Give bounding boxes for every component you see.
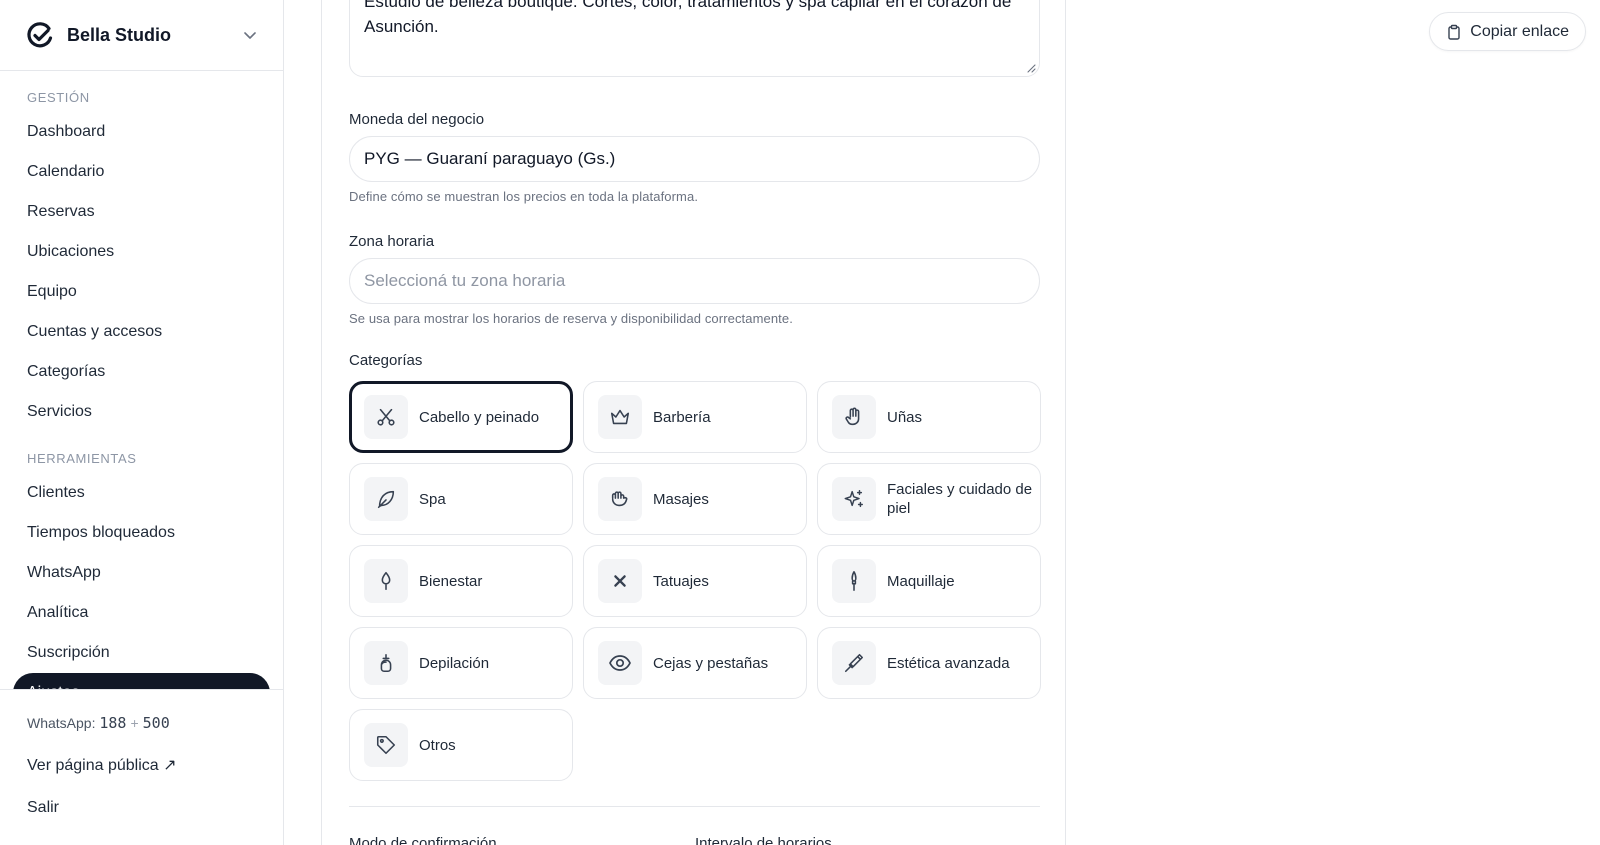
category-facials[interactable]: Faciales y cuidado de piel xyxy=(817,463,1041,535)
sidebar-item-settings[interactable]: Ajustes xyxy=(13,673,270,689)
wax-icon xyxy=(364,641,408,685)
category-nails[interactable]: Uñas xyxy=(817,381,1041,453)
category-label: Cabello y peinado xyxy=(419,408,540,426)
currency-input[interactable]: PYG — Guaraní paraguayo (Gs.) xyxy=(349,136,1040,182)
logout-link[interactable]: Salir xyxy=(27,799,59,817)
eye-icon xyxy=(598,641,642,685)
category-wellness[interactable]: Bienestar xyxy=(349,545,573,617)
timezone-label: Zona horaria xyxy=(349,233,435,250)
clipboard-icon xyxy=(1446,24,1462,40)
sidebar-footer: WhatsApp: 188 +500 Ver página pública ↗ S… xyxy=(0,689,283,845)
sidebar-item-dashboard[interactable]: Dashboard xyxy=(0,112,283,152)
crown-icon xyxy=(598,395,642,439)
sidebar-item-services[interactable]: Servicios xyxy=(0,392,283,432)
category-spa[interactable]: Spa xyxy=(349,463,573,535)
sidebar-item-blocked-times[interactable]: Tiempos bloqueados xyxy=(0,513,283,553)
chevron-down-icon xyxy=(241,26,259,44)
categories-label: Categorías xyxy=(349,352,423,369)
category-label: Spa xyxy=(419,490,446,508)
category-label: Barbería xyxy=(653,408,711,426)
sidebar-item-analytics[interactable]: Analítica xyxy=(0,593,283,633)
sidebar-item-accounts[interactable]: Cuentas y accesos xyxy=(0,312,283,352)
category-other[interactable]: Otros xyxy=(349,709,573,781)
scissors-icon xyxy=(364,395,408,439)
category-label: Otros xyxy=(419,736,456,754)
whatsapp-extra-count: 500 xyxy=(142,714,170,732)
whatsapp-plus: + xyxy=(130,715,139,731)
sparkles-icon xyxy=(832,477,876,521)
settings-card: Estudio de belleza boutique. Cortes, col… xyxy=(321,0,1066,845)
sidebar-item-categories[interactable]: Categorías xyxy=(0,352,283,392)
description-value: Estudio de belleza boutique. Cortes, col… xyxy=(364,0,1012,36)
categories-heading: Categorías xyxy=(349,352,1040,369)
app: Bella Studio GESTIÓN Dashboard Calendari… xyxy=(0,0,1600,845)
category-label: Cejas y pestañas xyxy=(653,654,769,672)
business-switcher[interactable]: Bella Studio xyxy=(0,0,283,71)
tag-icon xyxy=(364,723,408,767)
business-name: Bella Studio xyxy=(67,24,172,45)
massage-hand-icon xyxy=(598,477,642,521)
timezone-field: Zona horaria Seleccioná tu zona horaria … xyxy=(349,233,1040,326)
timezone-select[interactable]: Seleccioná tu zona horaria xyxy=(349,258,1040,304)
category-label: Bienestar xyxy=(419,572,483,590)
brush-icon xyxy=(832,559,876,603)
sidebar-item-subscription[interactable]: Suscripción xyxy=(0,633,283,673)
category-hair[interactable]: Cabello y peinado xyxy=(349,381,573,453)
resize-grip-icon[interactable] xyxy=(1026,63,1036,73)
nav-section-heading: GESTIÓN xyxy=(27,90,90,105)
currency-help: Define cómo se muestran los precios en t… xyxy=(349,189,699,204)
whatsapp-used-count: 188 xyxy=(99,714,127,732)
sidebar-item-team[interactable]: Equipo xyxy=(0,272,283,312)
category-label: Tatuajes xyxy=(653,572,709,590)
lotus-icon xyxy=(364,559,408,603)
sidebar-nav: GESTIÓN Dashboard Calendario Reservas Ub… xyxy=(0,71,283,689)
copy-link-button[interactable]: Copiar enlace xyxy=(1429,12,1586,51)
syringe-icon xyxy=(832,641,876,685)
category-label: Maquillaje xyxy=(887,572,955,590)
leaf-icon xyxy=(364,477,408,521)
timezone-help: Se usa para mostrar los horarios de rese… xyxy=(349,311,793,326)
whatsapp-usage: WhatsApp: 188 +500 xyxy=(27,714,170,732)
brand-logo-icon xyxy=(26,21,54,49)
category-advanced-aesthetics[interactable]: Estética avanzada xyxy=(817,627,1041,699)
sidebar-item-locations[interactable]: Ubicaciones xyxy=(0,232,283,272)
category-label: Uñas xyxy=(887,408,923,426)
sidebar-item-calendar[interactable]: Calendario xyxy=(0,152,283,192)
category-waxing[interactable]: Depilación xyxy=(349,627,573,699)
currency-field: Moneda del negocio PYG — Guaraní paragua… xyxy=(349,111,1040,204)
nav-section-heading: HERRAMIENTAS xyxy=(27,451,137,466)
description-textarea[interactable]: Estudio de belleza boutique. Cortes, col… xyxy=(349,0,1040,77)
section-divider xyxy=(349,806,1040,807)
category-brows-lashes[interactable]: Cejas y pestañas xyxy=(583,627,807,699)
slot-interval-label: Intervalo de horarios xyxy=(695,835,832,845)
sidebar-item-whatsapp[interactable]: WhatsApp xyxy=(0,553,283,593)
category-barber[interactable]: Barbería xyxy=(583,381,807,453)
category-label: Depilación xyxy=(419,654,490,672)
category-makeup[interactable]: Maquillaje xyxy=(817,545,1041,617)
public-page-link[interactable]: Ver página pública ↗ xyxy=(27,755,177,775)
category-massage[interactable]: Masajes xyxy=(583,463,807,535)
confirmation-mode-label: Modo de confirmación xyxy=(349,835,497,845)
currency-label: Moneda del negocio xyxy=(349,111,485,128)
main-content: Estudio de belleza boutique. Cortes, col… xyxy=(284,0,1600,845)
copy-link-label: Copiar enlace xyxy=(1470,22,1569,40)
category-label: Estética avanzada xyxy=(887,654,1010,672)
sidebar: Bella Studio GESTIÓN Dashboard Calendari… xyxy=(0,0,284,845)
whatsapp-usage-label: WhatsApp: xyxy=(27,715,96,731)
x-cross-icon xyxy=(598,559,642,603)
category-label: Faciales y cuidado de piel xyxy=(887,481,1033,517)
category-tattoos[interactable]: Tatuajes xyxy=(583,545,807,617)
hand-icon xyxy=(832,395,876,439)
category-label: Masajes xyxy=(653,490,709,508)
sidebar-item-bookings[interactable]: Reservas xyxy=(0,192,283,232)
sidebar-item-clients[interactable]: Clientes xyxy=(0,473,283,513)
